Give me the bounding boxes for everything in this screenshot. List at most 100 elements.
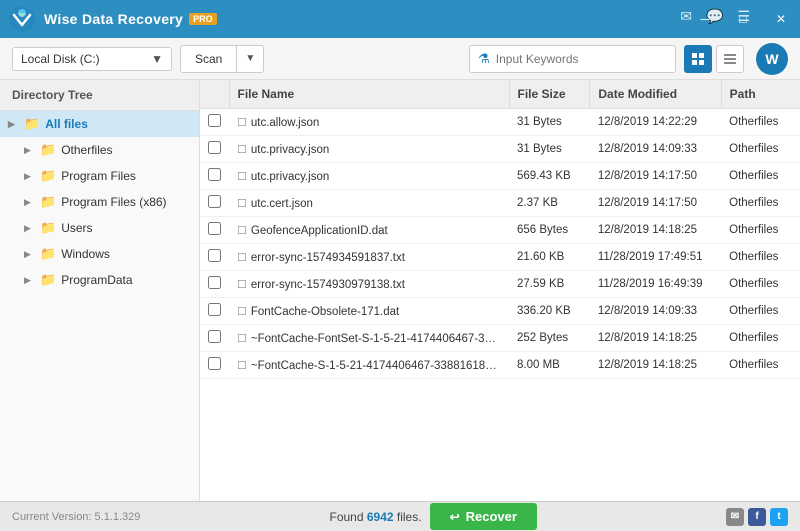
grid-view-button[interactable] (684, 45, 712, 73)
row-datemodified: 12/8/2019 14:18:25 (590, 325, 721, 352)
header-filesize[interactable]: File Size (509, 80, 590, 109)
tree-expand-arrow: ▶ (8, 119, 20, 130)
header-datemodified[interactable]: Date Modified (590, 80, 721, 109)
main-content: Directory Tree ▶ 📁 All files ▶ 📁 Otherfi… (0, 80, 800, 501)
list-icon (723, 52, 737, 66)
scan-button[interactable]: Scan ▼ (180, 45, 264, 73)
file-checkbox[interactable] (208, 222, 221, 235)
drive-dropdown-arrow: ▼ (151, 52, 163, 66)
file-checkbox[interactable] (208, 357, 221, 370)
header-filename[interactable]: File Name (229, 80, 509, 109)
table-row[interactable]: ☐~FontCache-S-1-5-21-4174406467-33881618… (200, 352, 800, 379)
row-filename: ☐utc.cert.json (229, 190, 509, 217)
row-filename: ☐utc.allow.json (229, 109, 509, 136)
recover-icon: ↩ (450, 510, 460, 524)
folder-icon: 📁 (40, 142, 56, 158)
table-row[interactable]: ☐error-sync-1574930979138.txt 27.59 KB 1… (200, 271, 800, 298)
sidebar-item-label: ProgramData (61, 273, 132, 287)
row-filesize: 8.00 MB (509, 352, 590, 379)
search-input[interactable] (496, 52, 667, 66)
row-filesize: 569.43 KB (509, 163, 590, 190)
file-checkbox[interactable] (208, 168, 221, 181)
recover-button[interactable]: ↩ Recover (430, 503, 537, 530)
tree-expand-arrow: ▶ (24, 197, 36, 208)
row-checkbox-cell (200, 352, 229, 379)
row-path: Otherfiles (721, 298, 800, 325)
row-path: Otherfiles (721, 217, 800, 244)
row-checkbox-cell (200, 298, 229, 325)
table-row[interactable]: ☐GeofenceApplicationID.dat 656 Bytes 12/… (200, 217, 800, 244)
table-row[interactable]: ☐~FontCache-FontSet-S-1-5-21-4174406467-… (200, 325, 800, 352)
recover-label: Recover (466, 509, 517, 524)
email-social-icon[interactable]: ✉ (726, 508, 744, 526)
file-icon: ☐ (237, 252, 247, 264)
social-links: ✉ f t (726, 508, 788, 526)
row-datemodified: 12/8/2019 14:17:50 (590, 190, 721, 217)
row-path: Otherfiles (721, 109, 800, 136)
file-checkbox[interactable] (208, 276, 221, 289)
table-row[interactable]: ☐error-sync-1574934591837.txt 21.60 KB 1… (200, 244, 800, 271)
file-checkbox[interactable] (208, 195, 221, 208)
twitter-social-icon[interactable]: t (770, 508, 788, 526)
table-row[interactable]: ☐utc.privacy.json 31 Bytes 12/8/2019 14:… (200, 136, 800, 163)
sidebar-item-allfiles[interactable]: ▶ 📁 All files (0, 111, 199, 137)
file-checkbox[interactable] (208, 249, 221, 262)
row-checkbox-cell (200, 271, 229, 298)
folder-icon: 📁 (40, 168, 56, 184)
close-button[interactable]: ✕ (762, 0, 800, 38)
sidebar-item-windows[interactable]: ▶ 📁 Windows (16, 241, 199, 267)
row-checkbox-cell (200, 163, 229, 190)
drive-selector[interactable]: Local Disk (C:) ▼ (12, 47, 172, 71)
row-filesize: 21.60 KB (509, 244, 590, 271)
row-path: Otherfiles (721, 136, 800, 163)
table-row[interactable]: ☐FontCache-Obsolete-171.dat 336.20 KB 12… (200, 298, 800, 325)
file-icon: ☐ (237, 198, 247, 210)
sidebar-item-programfiles[interactable]: ▶ 📁 Program Files (16, 163, 199, 189)
found-status: Found 6942 files. (329, 510, 421, 524)
row-path: Otherfiles (721, 244, 800, 271)
grid-icon (691, 52, 705, 66)
header-path[interactable]: Path (721, 80, 800, 109)
file-list: File Name File Size Date Modified Path ☐… (200, 80, 800, 501)
row-path: Otherfiles (721, 352, 800, 379)
row-filesize: 27.59 KB (509, 271, 590, 298)
sidebar-item-users[interactable]: ▶ 📁 Users (16, 215, 199, 241)
row-datemodified: 12/8/2019 14:09:33 (590, 136, 721, 163)
table-row[interactable]: ☐utc.cert.json 2.37 KB 12/8/2019 14:17:5… (200, 190, 800, 217)
facebook-social-icon[interactable]: f (748, 508, 766, 526)
table-row[interactable]: ☐utc.allow.json 31 Bytes 12/8/2019 14:22… (200, 109, 800, 136)
file-checkbox[interactable] (208, 141, 221, 154)
sidebar-item-programdata[interactable]: ▶ 📁 ProgramData (16, 267, 199, 293)
row-path: Otherfiles (721, 190, 800, 217)
row-checkbox-cell (200, 217, 229, 244)
folder-icon: 📁 (40, 220, 56, 236)
row-datemodified: 11/28/2019 16:49:39 (590, 271, 721, 298)
row-filename: ☐~FontCache-S-1-5-21-4174406467-33881618… (229, 352, 509, 379)
table-header-row: File Name File Size Date Modified Path (200, 80, 800, 109)
sidebar-item-programfilesx86[interactable]: ▶ 📁 Program Files (x86) (16, 189, 199, 215)
sidebar-item-otherfiles[interactable]: ▶ 📁 Otherfiles (16, 137, 199, 163)
sidebar-header: Directory Tree (0, 80, 199, 111)
scan-dropdown-arrow[interactable]: ▼ (237, 46, 263, 72)
row-path: Otherfiles (721, 271, 800, 298)
row-checkbox-cell (200, 190, 229, 217)
row-filesize: 2.37 KB (509, 190, 590, 217)
file-checkbox[interactable] (208, 114, 221, 127)
file-checkbox[interactable] (208, 303, 221, 316)
sidebar-item-label: Program Files (61, 169, 136, 183)
version-label: Current Version: 5.1.1.329 (12, 511, 140, 523)
table-row[interactable]: ☐utc.privacy.json 569.43 KB 12/8/2019 14… (200, 163, 800, 190)
file-checkbox[interactable] (208, 330, 221, 343)
minimize-button[interactable]: ─ (686, 0, 724, 38)
maximize-button[interactable]: □ (724, 0, 762, 38)
row-datemodified: 11/28/2019 17:49:51 (590, 244, 721, 271)
row-filesize: 31 Bytes (509, 136, 590, 163)
view-toggle (684, 45, 744, 73)
row-filename: ☐utc.privacy.json (229, 163, 509, 190)
sidebar-item-label: All files (45, 117, 88, 131)
window-controls: ─ □ ✕ (686, 0, 800, 38)
user-avatar[interactable]: W (756, 43, 788, 75)
row-filesize: 31 Bytes (509, 109, 590, 136)
row-filesize: 252 Bytes (509, 325, 590, 352)
list-view-button[interactable] (716, 45, 744, 73)
